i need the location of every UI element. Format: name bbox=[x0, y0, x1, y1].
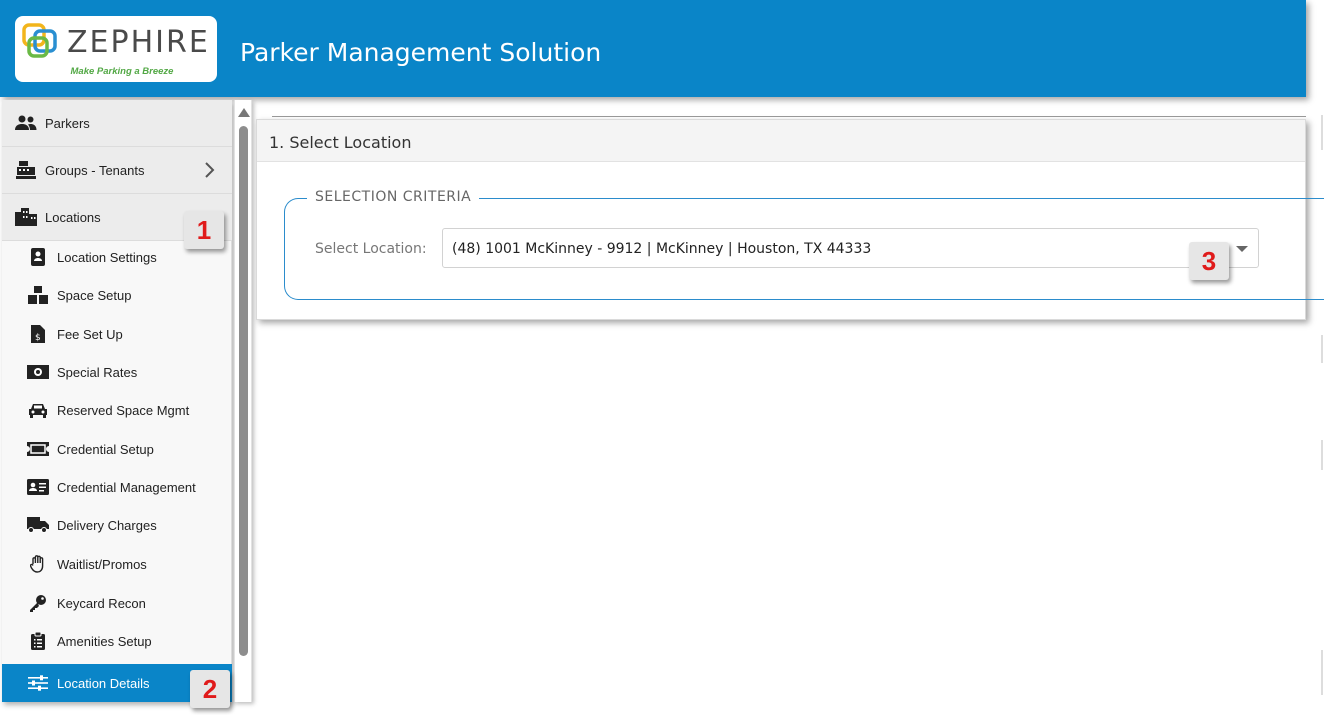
truck-icon bbox=[27, 515, 49, 535]
sidebar-item-label: Parkers bbox=[45, 115, 90, 131]
sidebar-item-label: Waitlist/Promos bbox=[57, 556, 147, 572]
sidebar-item-space-setup[interactable]: Space Setup bbox=[2, 276, 232, 314]
sidebar-item-special-rates[interactable]: Special Rates bbox=[2, 353, 232, 391]
sidebar-item-label: Credential Setup bbox=[57, 441, 154, 457]
sidebar-item-label: Fee Set Up bbox=[57, 326, 123, 342]
sidebar-item-label: Space Setup bbox=[57, 287, 132, 303]
id-card-icon bbox=[27, 477, 49, 497]
brand-logo[interactable]: ZEPHIRE Make Parking a Breeze bbox=[15, 16, 217, 82]
sidebar-item-label: Special Rates bbox=[57, 364, 138, 380]
svg-text:$: $ bbox=[35, 333, 41, 343]
divider bbox=[272, 116, 1306, 117]
edge-artifact bbox=[1321, 440, 1323, 470]
key-icon bbox=[27, 593, 49, 613]
sidebar-item-label: Groups - Tenants bbox=[45, 162, 145, 178]
scroll-thumb[interactable] bbox=[239, 126, 248, 656]
sidebar-item-waitlist-promos[interactable]: Waitlist/Promos bbox=[2, 545, 232, 583]
users-icon bbox=[14, 113, 38, 133]
sidebar-item-fee-set-up[interactable]: $ Fee Set Up bbox=[2, 315, 232, 353]
ticket-icon bbox=[27, 439, 49, 459]
sidebar-item-groups-tenants[interactable]: Groups - Tenants bbox=[2, 147, 232, 194]
edge-artifact bbox=[1321, 335, 1323, 363]
fieldset-legend: SELECTION CRITERIA bbox=[307, 189, 480, 205]
invoice-dollar-icon: $ bbox=[27, 324, 49, 344]
zephire-logo-icon bbox=[22, 23, 57, 58]
callout-badge-1: 1 bbox=[184, 211, 224, 249]
sidebar-item-reserved-space-mgmt[interactable]: Reserved Space Mgmt bbox=[2, 391, 232, 429]
sidebar-item-label: Location Details bbox=[57, 675, 150, 691]
edge-artifact bbox=[1321, 115, 1323, 150]
location-select[interactable]: (48) 1001 McKinney - 9912 | McKinney | H… bbox=[442, 228, 1259, 268]
sidebar-item-label: Delivery Charges bbox=[57, 517, 157, 533]
sidebar-nav: Parkers Groups - Tenants Locations Locat… bbox=[2, 100, 232, 702]
sidebar-item-label: Reserved Space Mgmt bbox=[57, 402, 190, 418]
edge-artifact bbox=[1321, 650, 1323, 695]
sidebar-item-delivery-charges[interactable]: Delivery Charges bbox=[2, 506, 232, 544]
callout-badge-2: 2 bbox=[190, 670, 230, 708]
brand-tagline: Make Parking a Breeze bbox=[70, 66, 174, 77]
boxes-icon bbox=[27, 285, 49, 305]
cash-register-icon bbox=[14, 160, 38, 180]
sidebar-item-label: Locations bbox=[45, 209, 101, 225]
sidebar-item-keycard-recon[interactable]: Keycard Recon bbox=[2, 584, 232, 622]
sidebar-scrollbar[interactable] bbox=[234, 100, 252, 702]
sidebar-item-credential-setup[interactable]: Credential Setup bbox=[2, 430, 232, 468]
portrait-card-icon bbox=[27, 247, 49, 267]
city-icon bbox=[14, 207, 38, 227]
select-location-panel: 1. Select Location SELECTION CRITERIA Se… bbox=[256, 119, 1324, 320]
chevron-right-icon bbox=[205, 162, 215, 178]
select-location-label: Select Location: bbox=[315, 241, 427, 257]
hand-icon bbox=[27, 554, 49, 574]
sidebar-item-label: Location Settings bbox=[57, 249, 157, 265]
scroll-up-arrow-icon[interactable] bbox=[238, 108, 250, 117]
sidebar-item-label: Keycard Recon bbox=[57, 595, 146, 611]
money-bill-icon bbox=[27, 362, 49, 382]
app-header: ZEPHIRE Make Parking a Breeze Parker Man… bbox=[0, 0, 1306, 97]
panel-title: 1. Select Location bbox=[257, 120, 1305, 162]
sliders-icon bbox=[27, 673, 49, 693]
sidebar-item-credential-management[interactable]: Credential Management bbox=[2, 468, 232, 506]
sidebar-item-parkers[interactable]: Parkers bbox=[2, 100, 232, 147]
sidebar-item-amenities-setup[interactable]: Amenities Setup bbox=[2, 622, 232, 660]
sidebar-item-label: Amenities Setup bbox=[57, 633, 152, 649]
location-select-value: (48) 1001 McKinney - 9912 | McKinney | H… bbox=[452, 241, 872, 257]
dropdown-arrow-icon[interactable] bbox=[1236, 246, 1248, 252]
clipboard-list-icon bbox=[27, 631, 49, 651]
callout-badge-3: 3 bbox=[1189, 242, 1229, 280]
car-icon bbox=[27, 400, 49, 420]
app-title: Parker Management Solution bbox=[240, 38, 602, 67]
brand-name: ZEPHIRE bbox=[67, 25, 210, 60]
sidebar-item-label: Credential Management bbox=[57, 479, 196, 495]
